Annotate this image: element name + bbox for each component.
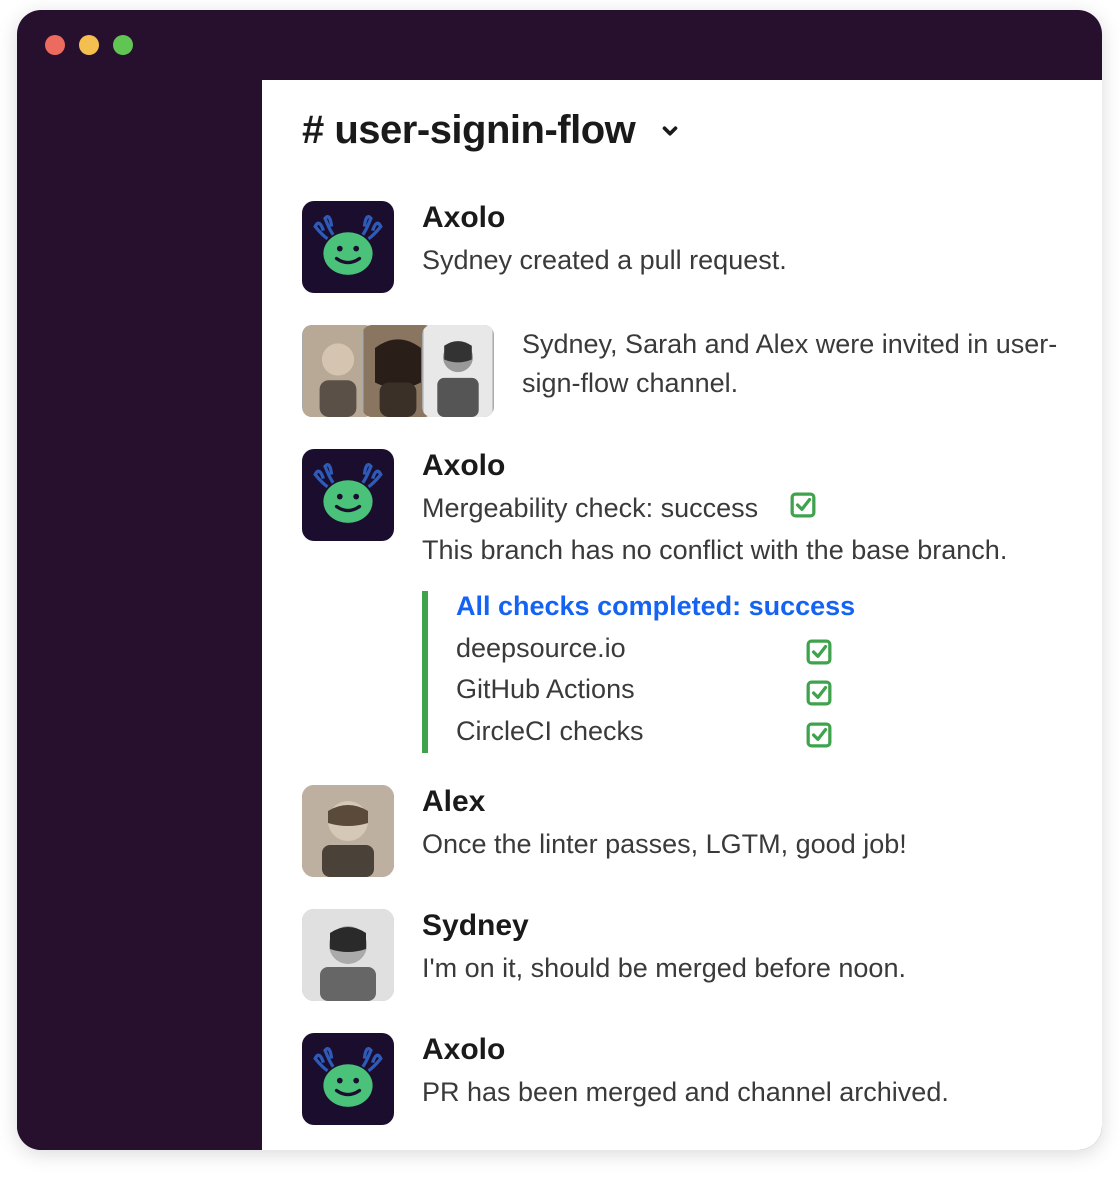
check-row: deepsource.io: [456, 628, 1062, 670]
check-success-icon: [790, 490, 816, 529]
avatar-axolo[interactable]: [302, 449, 394, 541]
axolo-icon: [307, 1038, 389, 1120]
message: Axolo Sydney created a pull request.: [302, 201, 1062, 293]
message-content: Sydney I'm on it, should be merged befor…: [422, 909, 1062, 988]
window-titlebar: [17, 10, 1102, 80]
check-success-icon: [806, 636, 832, 662]
message-content: Axolo Sydney created a pull request.: [422, 201, 1062, 280]
avatar-alex[interactable]: [302, 785, 394, 877]
avatar-axolo[interactable]: [302, 201, 394, 293]
window-maximize-button[interactable]: [113, 35, 133, 55]
message: Alex Once the linter passes, LGTM, good …: [302, 785, 1062, 877]
channel-header[interactable]: # user-signin-flow: [302, 108, 1062, 153]
mergeability-status: Mergeability check: success: [422, 493, 758, 523]
check-row: GitHub Actions: [456, 669, 1062, 711]
message: Axolo Mergeability check: success This b…: [302, 449, 1062, 571]
axolo-icon: [307, 454, 389, 536]
avatar-group[interactable]: [302, 325, 494, 417]
message-author: Axolo: [422, 449, 1062, 483]
message-content: Axolo PR has been merged and channel arc…: [422, 1033, 1062, 1112]
channel-hash: #: [302, 108, 324, 152]
checks-title: All checks completed: success: [456, 591, 1062, 622]
message-text: I'm on it, should be merged before noon.: [422, 949, 1062, 988]
message-author: Sydney: [422, 909, 1062, 943]
message-author: Axolo: [422, 1033, 1062, 1067]
check-label: GitHub Actions: [456, 669, 806, 711]
window-minimize-button[interactable]: [79, 35, 99, 55]
app-window: # user-signin-flow: [17, 10, 1102, 1150]
check-label: CircleCI checks: [456, 711, 806, 753]
chevron-down-icon[interactable]: [659, 120, 681, 142]
message-text: PR has been merged and channel archived.: [422, 1073, 1062, 1112]
message: Axolo PR has been merged and channel arc…: [302, 1033, 1062, 1125]
message-author: Axolo: [422, 201, 1062, 235]
message-content: Axolo Mergeability check: success This b…: [422, 449, 1062, 571]
check-row: CircleCI checks: [456, 711, 1062, 753]
checks-block: All checks completed: success deepsource…: [422, 591, 1062, 754]
avatar-axolo[interactable]: [302, 1033, 394, 1125]
message: Sydney I'm on it, should be merged befor…: [302, 909, 1062, 1001]
message-text: This branch has no conflict with the bas…: [422, 531, 1062, 570]
check-success-icon: [806, 677, 832, 703]
channel-content: # user-signin-flow: [262, 80, 1102, 1150]
app-body: # user-signin-flow: [17, 80, 1102, 1150]
system-text: Sydney, Sarah and Alex were invited in u…: [522, 325, 1062, 403]
window-close-button[interactable]: [45, 35, 65, 55]
system-invite-message: Sydney, Sarah and Alex were invited in u…: [302, 325, 1062, 417]
avatar: [422, 325, 494, 417]
avatar-sydney[interactable]: [302, 909, 394, 1001]
message-content: Alex Once the linter passes, LGTM, good …: [422, 785, 1062, 864]
check-label: deepsource.io: [456, 628, 806, 670]
check-success-icon: [806, 719, 832, 745]
message-text: Mergeability check: success: [422, 489, 1062, 529]
sidebar: [17, 80, 262, 1150]
channel-name: user-signin-flow: [334, 108, 635, 152]
message-text: Once the linter passes, LGTM, good job!: [422, 825, 1062, 864]
axolo-icon: [307, 206, 389, 288]
channel-title: # user-signin-flow: [302, 108, 635, 153]
message-author: Alex: [422, 785, 1062, 819]
message-text: Sydney created a pull request.: [422, 241, 1062, 280]
